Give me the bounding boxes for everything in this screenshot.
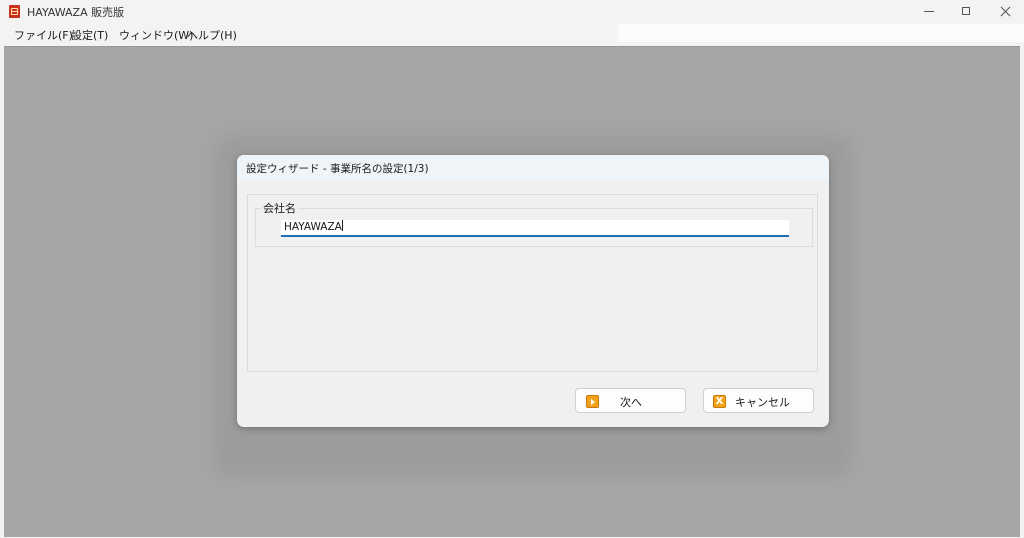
maximize-button[interactable] (947, 0, 985, 22)
menu-bar: ファイル(F) 設定(T) ウィンドウ(W) ヘルプ(H) (0, 24, 1024, 45)
text-caret (341, 220, 343, 231)
company-name-input[interactable]: HAYAWAZA (281, 220, 789, 237)
next-button-label: 次へ (620, 396, 642, 409)
window-right-edge (1020, 46, 1024, 538)
menu-settings[interactable]: 設定(T) (69, 27, 110, 43)
menu-window[interactable]: ウィンドウ(W) (117, 27, 195, 43)
app-window: HAYAWAZA 販売版 ファイル(F) 設定(T) ウィンドウ(W) ヘルプ(… (0, 0, 1024, 538)
setup-wizard-dialog: 設定ウィザード - 事業所名の設定(1/3) 会社名 HAYAWAZA 次へ X… (237, 155, 829, 427)
title-bar: HAYAWAZA 販売版 (0, 0, 1024, 24)
dialog-title: 設定ウィザード - 事業所名の設定(1/3) (246, 163, 429, 175)
close-icon (1000, 6, 1011, 17)
maximize-icon (962, 7, 970, 15)
menubar-empty-area (618, 24, 1024, 42)
company-name-value: HAYAWAZA (284, 221, 342, 233)
minimize-icon (924, 10, 934, 12)
cancel-button[interactable]: X キャンセル (703, 388, 814, 413)
menu-help[interactable]: ヘルプ(H) (185, 27, 239, 43)
cancel-button-label: キャンセル (735, 396, 790, 409)
x-icon: X (713, 395, 726, 408)
dialog-title-bar[interactable]: 設定ウィザード - 事業所名の設定(1/3) (237, 155, 829, 181)
window-title: HAYAWAZA 販売版 (27, 6, 125, 19)
next-button[interactable]: 次へ (575, 388, 686, 413)
menu-file[interactable]: ファイル(F) (12, 27, 75, 43)
play-arrow-icon (586, 395, 599, 408)
app-logo-icon (9, 5, 20, 18)
close-button[interactable] (986, 0, 1024, 22)
minimize-button[interactable] (910, 0, 948, 22)
company-name-label: 会社名 (261, 200, 298, 216)
